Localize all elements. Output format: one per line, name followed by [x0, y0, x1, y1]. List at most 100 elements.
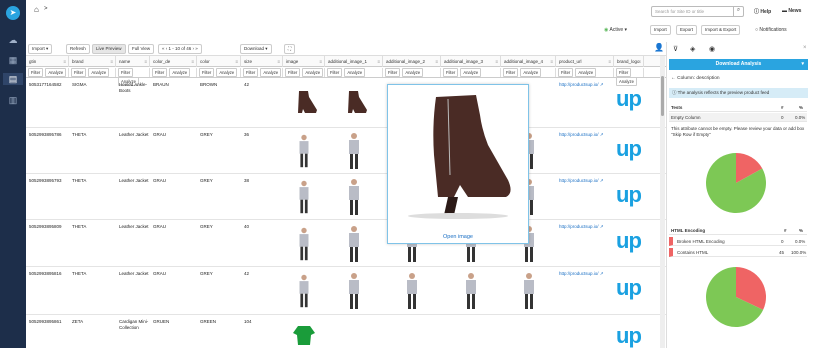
status-active[interactable]: ◉ Active ▾ — [604, 27, 627, 33]
table-row[interactable]: 5052993895786 THETA Leather Jacket GRAU GREY… — [26, 128, 666, 174]
notifications-link[interactable]: ○ Notifications — [755, 27, 787, 33]
eye-icon[interactable]: ◉ — [709, 45, 715, 53]
empty-column-row[interactable]: Empty Column 0 0.0% — [669, 113, 807, 122]
product-url-link[interactable]: http://productsup.io/ ↗ — [556, 178, 614, 184]
refresh-button[interactable]: Refresh — [66, 44, 90, 54]
column-menu-icon[interactable]: ≡ — [110, 56, 113, 67]
analyze-button[interactable]: Analyze — [260, 68, 282, 77]
filter-button[interactable]: Filter — [118, 68, 134, 77]
column-menu-icon[interactable]: ≡ — [319, 56, 322, 67]
brand-logo[interactable]: up — [616, 86, 642, 112]
filter-button[interactable]: Filter — [152, 68, 168, 77]
image-cell[interactable] — [287, 269, 321, 313]
product-url-link[interactable]: http://productsup.io/ ↗ — [556, 132, 614, 138]
column-header-product-url[interactable]: product_url ≡ — [556, 56, 614, 67]
image-cell[interactable] — [287, 80, 321, 126]
expand-icon[interactable]: ⛶ — [284, 44, 296, 54]
pager[interactable]: « ‹ 1 - 10 of 46 › » — [158, 44, 202, 54]
grid-scrollbar[interactable] — [660, 56, 665, 348]
column-menu-icon[interactable]: ≡ — [377, 56, 380, 67]
table-row[interactable]: 5052993895793 THETA Leather Jacket GRAU GREY… — [26, 174, 666, 220]
cloud-icon[interactable]: ☁ — [7, 34, 19, 46]
column-header-brand[interactable]: brand ≡ — [69, 56, 116, 67]
help-link[interactable]: ⓘ Help — [754, 8, 771, 15]
column-menu-icon[interactable]: ≡ — [235, 56, 238, 67]
image-cell[interactable] — [387, 269, 437, 313]
product-image[interactable] — [461, 271, 481, 311]
analyze-button[interactable]: Analyze — [344, 68, 366, 77]
filter-button[interactable]: Filter — [327, 68, 343, 77]
search-input[interactable]: Search for Site ID or title ⌕ — [651, 6, 744, 17]
image-cell[interactable] — [329, 130, 379, 172]
column-header-brand-logo[interactable]: brand_logo ≡ — [614, 56, 644, 67]
brand-logo[interactable]: up — [616, 323, 642, 348]
column-header-name[interactable]: name ≡ — [116, 56, 150, 67]
home-icon[interactable]: ⌂ — [34, 5, 39, 14]
analysis-select[interactable]: Download Analysis ▾ — [669, 59, 808, 70]
import-export-button[interactable]: Import & Export — [701, 25, 741, 35]
analyze-button[interactable]: Analyze — [460, 68, 482, 77]
filter-icon[interactable]: ⊽ — [673, 45, 678, 53]
column-header-size[interactable]: size ≡ — [241, 56, 283, 67]
analyze-button[interactable]: Analyze — [216, 68, 238, 77]
map-icon[interactable]: ▦ — [7, 54, 19, 66]
brand-logo[interactable]: up — [616, 275, 642, 301]
column-menu-icon[interactable]: ≡ — [495, 56, 498, 67]
app-logo-icon[interactable]: ➤ — [6, 6, 20, 20]
table-row[interactable]: 5052993895816 THETA Leather Jacket GRAU GREY… — [26, 267, 666, 315]
image-cell[interactable] — [505, 269, 552, 313]
column-menu-icon[interactable]: ≡ — [144, 56, 147, 67]
image-cell[interactable] — [287, 130, 321, 172]
analyze-button[interactable]: Analyze — [169, 68, 191, 77]
column-header-color-de[interactable]: color_de ≡ — [150, 56, 197, 67]
product-image[interactable] — [344, 177, 364, 217]
filter-button[interactable]: Filter — [503, 68, 519, 77]
image-cell[interactable] — [329, 80, 379, 126]
tag-icon[interactable]: ◈ — [690, 45, 695, 53]
column-menu-icon[interactable]: ≡ — [608, 56, 611, 67]
table-row[interactable]: 5053177164582 SIGMA Heeled Ankle-Boots BRAU… — [26, 78, 666, 128]
product-image[interactable] — [295, 133, 313, 169]
chart-icon[interactable]: ▥ — [7, 94, 19, 106]
column-menu-icon[interactable]: ≡ — [277, 56, 280, 67]
import-dropdown[interactable]: Import ▾ — [28, 44, 53, 54]
product-image[interactable] — [295, 179, 313, 215]
brand-logo[interactable]: up — [616, 228, 642, 254]
filter-button[interactable]: Filter — [385, 68, 401, 77]
column-menu-icon[interactable]: ≡ — [191, 56, 194, 67]
download-dropdown[interactable]: Download ▾ — [240, 44, 272, 54]
filter-button[interactable]: Filter — [28, 68, 44, 77]
image-cell[interactable] — [329, 176, 379, 218]
filter-button[interactable]: Filter — [443, 68, 459, 77]
news-link[interactable]: ▬ News — [782, 8, 801, 14]
filter-button[interactable]: Filter — [616, 68, 632, 77]
live-preview-button[interactable]: Live Preview — [92, 44, 126, 54]
product-url-link[interactable]: http://productsup.io/ ↗ — [556, 82, 614, 88]
export-button[interactable]: Export — [676, 25, 698, 35]
product-image[interactable] — [292, 323, 316, 347]
close-icon[interactable]: × — [803, 45, 807, 51]
analyze-button[interactable]: Analyze — [520, 68, 542, 77]
filter-button[interactable]: Filter — [285, 68, 301, 77]
product-image[interactable] — [344, 224, 364, 264]
open-image-link[interactable]: Open image — [388, 234, 528, 240]
image-cell[interactable] — [445, 269, 497, 313]
column-label[interactable]: ← Column: description — [671, 76, 720, 81]
product-image[interactable] — [295, 273, 313, 309]
image-cell[interactable] — [329, 269, 379, 313]
product-image[interactable] — [339, 88, 369, 118]
image-cell[interactable] — [287, 317, 321, 348]
image-cell[interactable] — [329, 222, 379, 265]
product-image[interactable] — [344, 131, 364, 171]
search-icon[interactable]: ⌕ — [733, 7, 743, 16]
analyze-button[interactable]: Analyze — [302, 68, 324, 77]
product-image[interactable] — [344, 271, 364, 311]
analyze-button[interactable]: Analyze — [45, 68, 67, 77]
analyze-button[interactable]: Analyze — [402, 68, 424, 77]
image-cell[interactable] — [287, 222, 321, 265]
column-header-color[interactable]: color ≡ — [197, 56, 241, 67]
grid-icon[interactable]: ▤ — [3, 73, 23, 85]
column-header-additional-image-1[interactable]: additional_image_1 ≡ — [325, 56, 383, 67]
product-image[interactable] — [519, 271, 539, 311]
column-header-image[interactable]: image ≡ — [283, 56, 325, 67]
